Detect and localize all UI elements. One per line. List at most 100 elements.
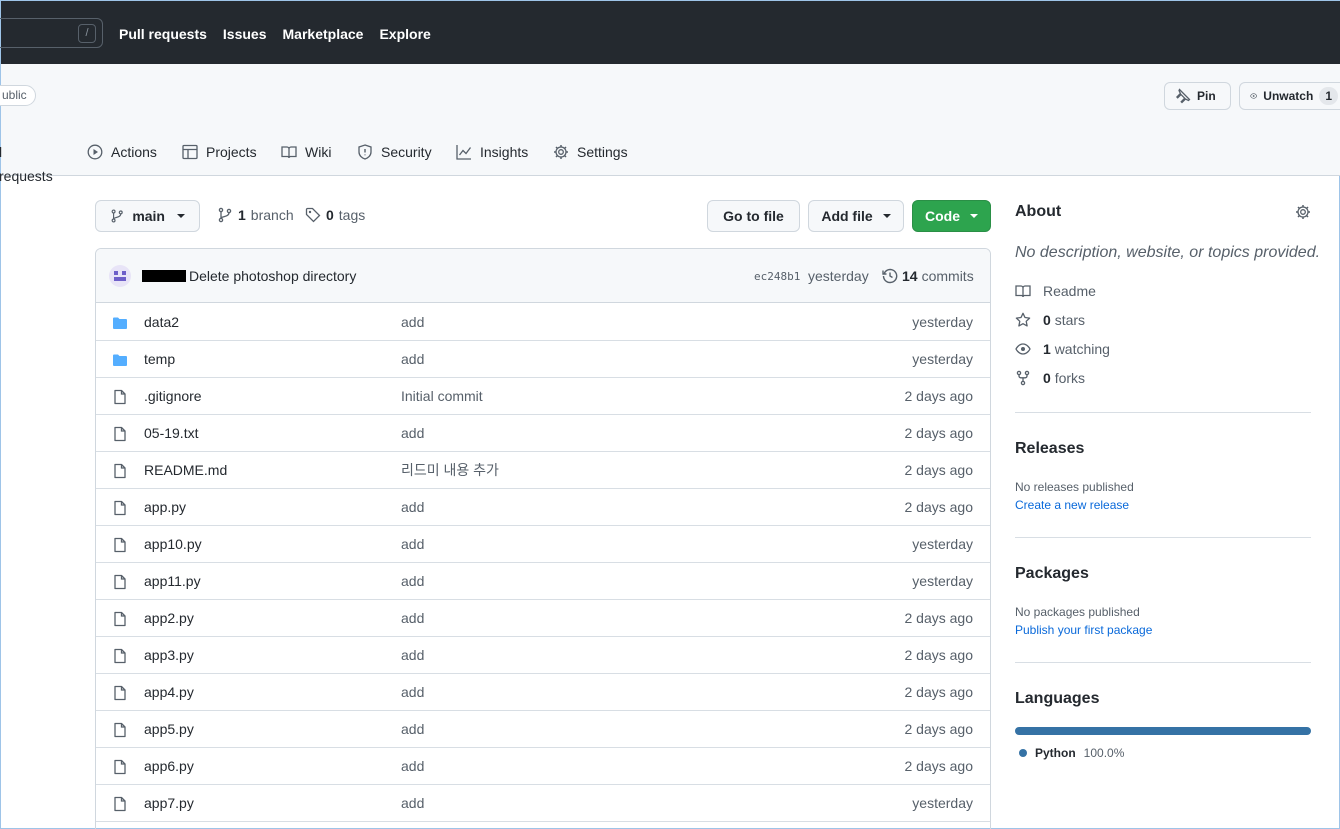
file-commit-date: 2 days ago xyxy=(904,499,974,515)
repo-header: ublic Pin Unwatch 1 l requests Actions P… xyxy=(0,64,1340,184)
file-commit-message[interactable]: add xyxy=(401,572,424,590)
file-name[interactable]: data2 xyxy=(144,313,179,331)
table-row[interactable]: README.md 리드미 내용 추가 2 days ago xyxy=(96,452,990,489)
redacted-author xyxy=(142,270,186,282)
packages-title[interactable]: Packages xyxy=(1015,563,1089,585)
code-button[interactable]: Code xyxy=(912,200,991,232)
table-row[interactable]: app11.py add yesterday xyxy=(96,563,990,600)
file-commit-message[interactable]: add xyxy=(401,794,424,812)
eye-icon xyxy=(1015,343,1031,355)
add-file-button[interactable]: Add file xyxy=(808,200,904,232)
table-row[interactable]: app5.py add 2 days ago xyxy=(96,711,990,748)
stars-link[interactable]: 0 stars xyxy=(1015,311,1085,329)
file-commit-date: 2 days ago xyxy=(904,758,974,774)
table-row[interactable]: .gitignore Initial commit 2 days ago xyxy=(96,378,990,415)
file-name[interactable]: app4.py xyxy=(144,683,194,701)
file-commit-message[interactable]: add xyxy=(401,424,424,442)
table-row[interactable]: data2 add yesterday xyxy=(96,304,990,341)
watching-link[interactable]: 1 watching xyxy=(1015,340,1110,358)
table-row[interactable]: app.py add 2 days ago xyxy=(96,489,990,526)
file-name[interactable]: app.py xyxy=(144,498,186,516)
file-commit-message[interactable]: add xyxy=(401,350,424,368)
file-name[interactable]: app3.py xyxy=(144,646,194,664)
commit-count: 14 xyxy=(902,268,918,284)
file-icon xyxy=(112,463,128,479)
tab-actions[interactable]: Actions xyxy=(87,140,157,164)
nav-pull-requests[interactable]: Pull requests xyxy=(119,24,207,44)
nav-issues[interactable]: Issues xyxy=(223,24,267,44)
releases-empty-text: No releases published xyxy=(1015,480,1134,494)
file-commit-message[interactable]: Initial commit xyxy=(401,387,483,405)
nav-explore[interactable]: Explore xyxy=(379,24,430,44)
create-release-link[interactable]: Create a new release xyxy=(1015,496,1129,514)
branch-selector[interactable]: main xyxy=(95,200,200,232)
file-name[interactable]: app2.py xyxy=(144,609,194,627)
file-commit-message[interactable]: add xyxy=(401,646,424,664)
visibility-badge: ublic xyxy=(0,85,36,106)
file-name[interactable]: app7.py xyxy=(144,794,194,812)
commit-message[interactable]: Delete photoshop directory xyxy=(189,267,356,285)
file-commit-message[interactable]: add xyxy=(401,535,424,553)
file-name[interactable]: 05-19.txt xyxy=(144,424,198,442)
commit-count-label: commits xyxy=(921,268,974,284)
tab-wiki[interactable]: Wiki xyxy=(281,140,331,164)
file-commit-message[interactable]: add xyxy=(401,498,424,516)
branches-link[interactable]: 1 branch xyxy=(217,207,294,223)
global-header: / Pull requests Issues Marketplace Explo… xyxy=(0,1,1340,64)
pin-label: Pin xyxy=(1197,89,1216,103)
pin-button[interactable]: Pin xyxy=(1164,82,1231,110)
table-row[interactable]: temp add yesterday xyxy=(96,341,990,378)
gear-icon[interactable] xyxy=(1295,204,1311,220)
file-commit-message[interactable]: add xyxy=(401,683,424,701)
folder-icon xyxy=(112,315,128,331)
tab-security[interactable]: Security xyxy=(357,140,432,164)
file-commit-message[interactable]: add xyxy=(401,313,424,331)
go-to-file-button[interactable]: Go to file xyxy=(707,200,800,232)
file-name[interactable]: temp xyxy=(144,350,175,368)
unwatch-button[interactable]: Unwatch 1 xyxy=(1239,82,1340,110)
file-commit-date: yesterday xyxy=(912,314,973,330)
table-row[interactable]: app10.py add yesterday xyxy=(96,526,990,563)
unwatch-label: Unwatch xyxy=(1263,89,1314,103)
table-row[interactable]: 05-19.txt add 2 days ago xyxy=(96,415,990,452)
nav-marketplace[interactable]: Marketplace xyxy=(283,24,364,44)
commits-link[interactable]: 14 commits xyxy=(882,267,974,285)
search-input[interactable]: / xyxy=(0,18,103,48)
tab-settings[interactable]: Settings xyxy=(553,140,628,164)
releases-title[interactable]: Releases xyxy=(1015,438,1084,460)
tab-label: Security xyxy=(381,144,432,160)
file-name[interactable]: app10.py xyxy=(144,535,202,553)
forks-link[interactable]: 0 forks xyxy=(1015,369,1085,387)
tab-pull-requests[interactable]: l requests xyxy=(0,140,53,188)
file-commit-message[interactable]: add xyxy=(401,609,424,627)
table-row[interactable]: app6.py add 2 days ago xyxy=(96,748,990,785)
table-row[interactable]: app7.py add yesterday xyxy=(96,785,990,822)
file-name[interactable]: README.md xyxy=(144,461,227,479)
file-name[interactable]: app5.py xyxy=(144,720,194,738)
file-icon xyxy=(112,537,128,553)
forks-count: 0 xyxy=(1043,370,1051,386)
commit-sha[interactable]: ec248b1 xyxy=(754,269,800,285)
language-item[interactable]: Python 100.0% xyxy=(1019,744,1124,762)
pin-icon xyxy=(1175,88,1191,104)
table-row[interactable]: app2.py add 2 days ago xyxy=(96,600,990,637)
file-name[interactable]: app11.py xyxy=(144,572,201,590)
graph-icon xyxy=(456,145,472,160)
file-commit-message[interactable]: add xyxy=(401,757,424,775)
file-commit-message[interactable]: add xyxy=(401,720,424,738)
file-name[interactable]: .gitignore xyxy=(144,387,202,405)
tags-link[interactable]: 0 tags xyxy=(305,207,365,223)
avatar[interactable] xyxy=(109,265,131,287)
file-icon xyxy=(112,685,128,701)
table-row[interactable]: app4.py add 2 days ago xyxy=(96,674,990,711)
file-commit-message[interactable]: 리드미 내용 추가 xyxy=(401,461,499,479)
folder-icon xyxy=(112,352,128,368)
readme-link[interactable]: Readme xyxy=(1015,282,1096,300)
file-name[interactable]: app6.py xyxy=(144,757,194,775)
tab-projects[interactable]: Projects xyxy=(182,140,257,164)
eye-icon xyxy=(1250,93,1258,99)
table-row[interactable]: app3.py add 2 days ago xyxy=(96,637,990,674)
publish-package-link[interactable]: Publish your first package xyxy=(1015,621,1152,639)
branch-label: branch xyxy=(250,207,294,223)
tab-insights[interactable]: Insights xyxy=(456,140,528,164)
